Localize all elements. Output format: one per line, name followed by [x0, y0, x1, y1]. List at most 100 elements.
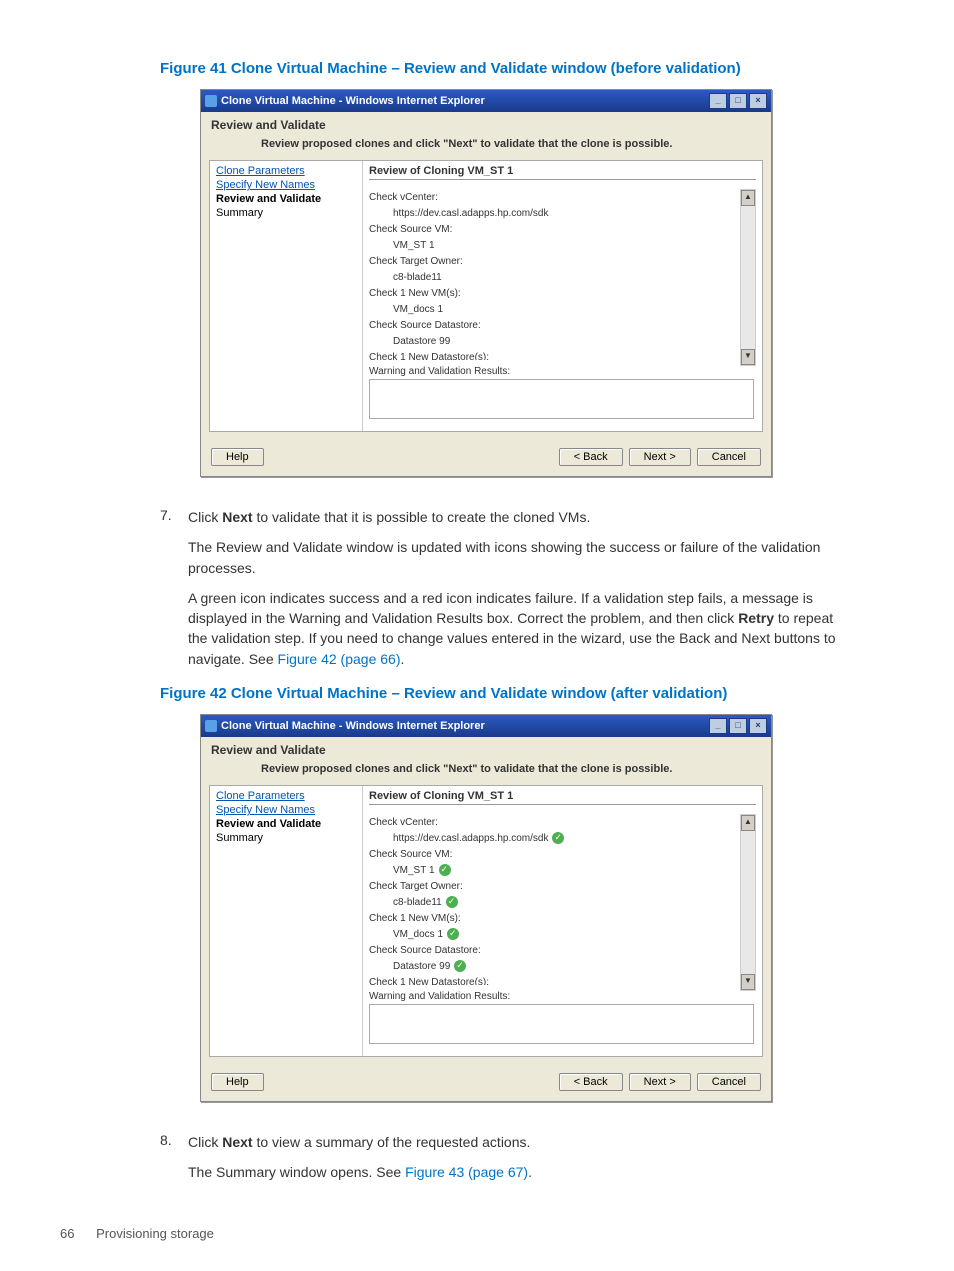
cancel-button[interactable]: Cancel [697, 1073, 761, 1091]
review-header: Review and Validate [201, 737, 771, 757]
side-nav: Clone Parameters Specify New Names Revie… [210, 161, 363, 431]
figure-42-link[interactable]: Figure 42 (page 66) [278, 651, 401, 667]
minimize-button[interactable]: _ [709, 93, 727, 109]
nav-specify-new-names[interactable]: Specify New Names [216, 804, 356, 816]
warning-label: Warning and Validation Results: [369, 366, 756, 377]
maximize-button[interactable]: □ [729, 718, 747, 734]
retry-bold: Retry [738, 610, 774, 626]
close-button[interactable]: × [749, 93, 767, 109]
check-label: Check 1 New VM(s): [369, 911, 740, 927]
check-label: Check 1 New Datastore(s): [369, 975, 740, 985]
nav-summary[interactable]: Summary [216, 832, 356, 844]
cancel-button[interactable]: Cancel [697, 448, 761, 466]
check-label: Check Target Owner: [369, 879, 740, 895]
check-label: Check vCenter: [369, 190, 740, 206]
check-value: Datastore 99 [369, 334, 740, 350]
button-row: Help < Back Next > Cancel [201, 440, 771, 476]
close-button[interactable]: × [749, 718, 767, 734]
warning-results-box [369, 1004, 754, 1044]
nav-clone-parameters[interactable]: Clone Parameters [216, 790, 356, 802]
nav-clone-parameters[interactable]: Clone Parameters [216, 165, 356, 177]
titlebar: Clone Virtual Machine - Windows Internet… [201, 90, 771, 112]
section-name: Provisioning storage [96, 1226, 214, 1241]
text: A green icon indicates success and a red… [188, 590, 813, 626]
success-icon [446, 896, 458, 908]
scroll-up-icon[interactable]: ▲ [741, 190, 755, 206]
dialog-after-validation: Clone Virtual Machine - Windows Internet… [200, 714, 772, 1102]
text: Click [188, 509, 222, 525]
success-icon [439, 864, 451, 876]
check-list-before: Check vCenter: https://dev.casl.adapps.h… [369, 190, 756, 360]
next-button[interactable]: Next > [629, 1073, 691, 1091]
ie-icon [205, 720, 217, 732]
check-value: Datastore 99 [369, 959, 740, 975]
check-value: VM_docs 1 [369, 927, 740, 943]
maximize-button[interactable]: □ [729, 93, 747, 109]
success-icon [447, 928, 459, 940]
next-button[interactable]: Next > [629, 448, 691, 466]
review-sub: Review proposed clones and click "Next" … [201, 132, 771, 160]
main-panel: Review of Cloning VM_ST 1 Check vCenter:… [363, 786, 762, 1056]
check-label: Check 1 New VM(s): [369, 286, 740, 302]
figure-42-title: Figure 42 Clone Virtual Machine – Review… [160, 685, 894, 702]
warning-label: Warning and Validation Results: [369, 991, 756, 1002]
text: The Review and Validate window is update… [188, 537, 854, 578]
success-icon [454, 960, 466, 972]
dialog-body: Clone Parameters Specify New Names Revie… [209, 160, 763, 432]
help-button[interactable]: Help [211, 448, 264, 466]
back-button[interactable]: < Back [559, 1073, 623, 1091]
nav-review-and-validate[interactable]: Review and Validate [216, 818, 356, 830]
step-8: 8. Click Next to view a summary of the r… [160, 1132, 854, 1193]
step-number: 8. [160, 1132, 188, 1193]
check-value: https://dev.casl.adapps.hp.com/sdk [369, 831, 740, 847]
figure-41-title: Figure 41 Clone Virtual Machine – Review… [160, 60, 894, 77]
scroll-down-icon[interactable]: ▼ [741, 974, 755, 990]
review-sub: Review proposed clones and click "Next" … [201, 757, 771, 785]
window-title: Clone Virtual Machine - Windows Internet… [221, 720, 709, 732]
titlebar: Clone Virtual Machine - Windows Internet… [201, 715, 771, 737]
nav-review-and-validate[interactable]: Review and Validate [216, 193, 356, 205]
side-nav: Clone Parameters Specify New Names Revie… [210, 786, 363, 1056]
scrollbar[interactable]: ▲ ▼ [740, 189, 756, 366]
check-value: c8-blade11 [369, 270, 740, 286]
nav-summary[interactable]: Summary [216, 207, 356, 219]
footer: 66 Provisioning storage [60, 1226, 214, 1241]
ie-icon [205, 95, 217, 107]
dialog-before-validation: Clone Virtual Machine - Windows Internet… [200, 89, 772, 477]
text: The Summary window opens. See [188, 1164, 405, 1180]
check-value: VM_ST 1 [369, 863, 740, 879]
check-label: Check 1 New Datastore(s): [369, 350, 740, 360]
check-label: Check Source VM: [369, 847, 740, 863]
next-bold: Next [222, 509, 252, 525]
nav-specify-new-names[interactable]: Specify New Names [216, 179, 356, 191]
button-row: Help < Back Next > Cancel [201, 1065, 771, 1101]
check-label: Check Target Owner: [369, 254, 740, 270]
body-text: 8. Click Next to view a summary of the r… [160, 1132, 854, 1193]
back-button[interactable]: < Back [559, 448, 623, 466]
window-title: Clone Virtual Machine - Windows Internet… [221, 95, 709, 107]
scroll-down-icon[interactable]: ▼ [741, 349, 755, 365]
scrollbar[interactable]: ▲ ▼ [740, 814, 756, 991]
text: to view a summary of the requested actio… [253, 1134, 531, 1150]
check-label: Check Source VM: [369, 222, 740, 238]
step-number: 7. [160, 507, 188, 679]
text: Click [188, 1134, 222, 1150]
text: . [400, 651, 404, 667]
figure-43-link[interactable]: Figure 43 (page 67) [405, 1164, 528, 1180]
body-text: 7. Click Next to validate that it is pos… [160, 507, 854, 679]
main-panel: Review of Cloning VM_ST 1 Check vCenter:… [363, 161, 762, 431]
check-value: VM_ST 1 [369, 238, 740, 254]
success-icon [552, 832, 564, 844]
warning-results-box [369, 379, 754, 419]
step-7: 7. Click Next to validate that it is pos… [160, 507, 854, 679]
help-button[interactable]: Help [211, 1073, 264, 1091]
check-value: VM_docs 1 [369, 302, 740, 318]
minimize-button[interactable]: _ [709, 718, 727, 734]
check-label: Check vCenter: [369, 815, 740, 831]
check-label: Check Source Datastore: [369, 943, 740, 959]
text: . [528, 1164, 532, 1180]
check-value: https://dev.casl.adapps.hp.com/sdk [369, 206, 740, 222]
scroll-up-icon[interactable]: ▲ [741, 815, 755, 831]
check-list-after: Check vCenter: https://dev.casl.adapps.h… [369, 815, 756, 985]
main-title: Review of Cloning VM_ST 1 [369, 790, 756, 805]
